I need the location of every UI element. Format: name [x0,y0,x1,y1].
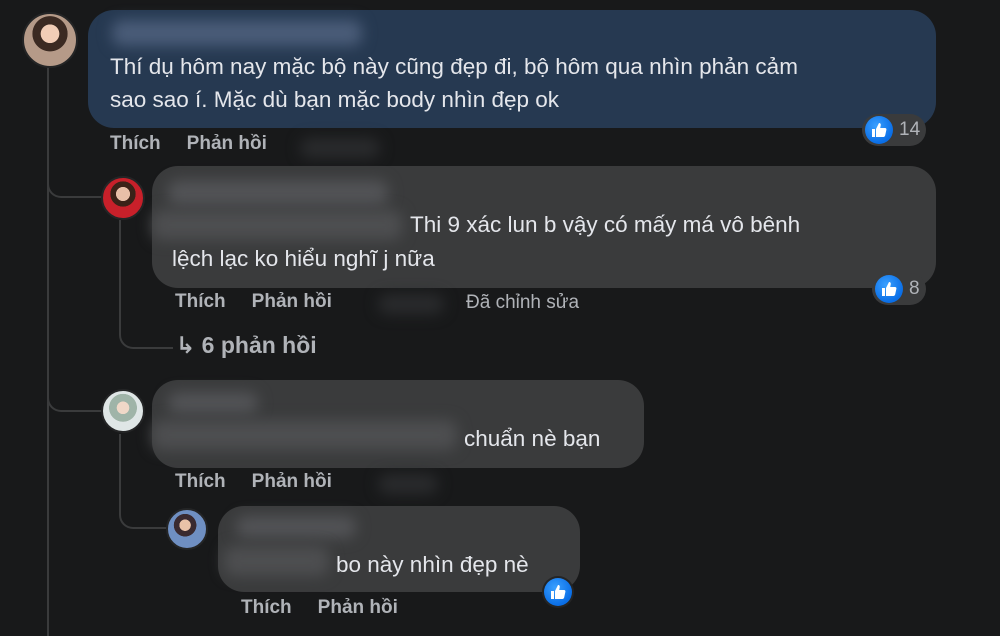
comment-bubble: Thí dụ hôm nay mặc bộ này cũng đẹp đi, b… [88,10,936,128]
blurred-timestamp [378,474,438,494]
comment-text: Thí dụ hôm nay mặc bộ này cũng đẹp đi, b… [110,54,798,79]
avatar[interactable] [101,389,145,433]
reaction-count[interactable]: 8 [872,273,926,305]
like-button[interactable]: Thích [175,471,226,492]
blurred-mention [152,210,402,240]
blurred-timestamp [378,294,444,314]
blurred-mention [152,420,457,450]
comment-text: Thi 9 xác lun b vậy có mấy má vô bênh [410,212,801,237]
blurred-timestamp [300,138,380,158]
comment-bubble: chuẩn nè bạn [152,380,644,468]
avatar[interactable] [101,176,145,220]
reply-button[interactable]: Phản hồi [318,597,398,618]
blurred-author-name [168,392,258,414]
comment-bubble: bo này nhìn đẹp nè [218,506,580,592]
comment-bubble: Thi 9 xác lun b vậy có mấy má vô bênh lệ… [152,166,936,288]
comment-actions: Thích Phản hồi [110,133,293,155]
reply-button[interactable]: Phản hồi [252,291,332,312]
blurred-author-name [168,180,388,206]
comment-actions: Thích Phản hồi [241,597,424,619]
comment-text: lệch lạc ko hiểu nghĩ j nữa [172,246,435,271]
like-button[interactable]: Thích [175,291,226,312]
comment-actions: Thích Phản hồi [175,471,358,493]
reaction-count-value: 8 [909,278,920,299]
comment-text: sao sao í. Mặc dù bạn mặc body nhìn đẹp … [110,87,560,112]
reply-button[interactable]: Phản hồi [252,471,332,492]
blurred-author-name [112,20,362,46]
like-button[interactable]: Thích [110,133,161,154]
like-icon [875,275,903,303]
like-icon [865,116,893,144]
blurred-mention [224,546,329,576]
edited-label: Đã chỉnh sửa [466,292,580,313]
comment-actions: Thích Phản hồi [175,291,358,313]
comment-text: chuẩn nè bạn [464,426,601,451]
reaction-count-value: 14 [899,119,921,140]
reaction-count[interactable] [542,576,574,608]
avatar[interactable] [166,508,208,550]
comment-text: bo này nhìn đẹp nè [336,552,529,577]
thread-connector [47,170,104,198]
avatar[interactable] [22,12,78,68]
like-button[interactable]: Thích [241,597,292,618]
reaction-count[interactable]: 14 [862,114,927,146]
reply-button[interactable]: Phản hồi [187,133,267,154]
like-icon [544,578,572,606]
thread-line-main [47,66,49,636]
blurred-author-name [236,516,356,538]
view-replies-link[interactable]: ↳ 6 phản hồi [176,332,317,359]
thread-connector [47,384,104,412]
